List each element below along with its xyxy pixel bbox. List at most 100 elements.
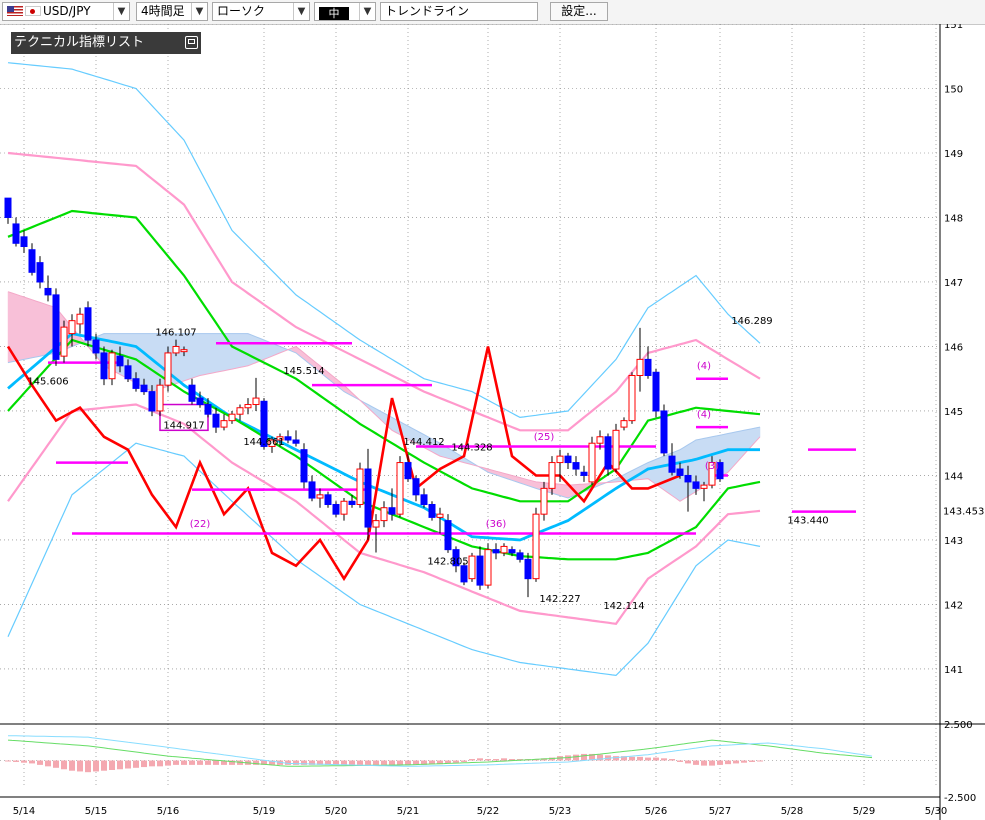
macd-bar [157, 760, 163, 767]
cloud-segment [179, 333, 185, 383]
macd-bar [213, 760, 219, 765]
y-tick-label: 144 [944, 471, 963, 482]
candle-down [412, 478, 420, 496]
candle-down [524, 558, 532, 580]
candle-up [588, 442, 596, 483]
candle-down [404, 462, 412, 480]
indicator-list-panel[interactable]: テクニカル指標リスト [11, 32, 201, 54]
macd-bar [573, 754, 579, 761]
candle-up [636, 358, 644, 377]
x-tick-label: 5/19 [253, 806, 275, 817]
cloud-segment [555, 483, 561, 496]
candle-down [292, 439, 300, 444]
candle-up [228, 413, 236, 422]
macd-bar [381, 760, 387, 765]
macd-bar [117, 760, 123, 770]
count-label: (4) [697, 409, 711, 420]
candle-up [252, 397, 260, 406]
macd-bar [661, 758, 667, 761]
x-tick-label: 5/26 [645, 806, 667, 817]
restore-window-icon[interactable] [185, 36, 198, 49]
macd-bar [181, 760, 187, 765]
y-tick-label: 142 [944, 600, 963, 611]
candle-down [20, 236, 28, 248]
macd-bar [653, 757, 659, 761]
cloud-segment [683, 444, 689, 500]
x-tick-label: 5/15 [85, 806, 107, 817]
cloud-segment [31, 299, 37, 359]
macd-bar [645, 757, 651, 761]
cloud-segment [207, 333, 213, 375]
macd-bar [37, 760, 43, 765]
cloud-segment [203, 333, 209, 375]
japan-flag-icon [25, 6, 41, 16]
macd-bar [189, 760, 195, 765]
settings-button[interactable]: 設定... [550, 2, 608, 21]
cloud-segment [19, 295, 25, 361]
candle-up [596, 436, 604, 444]
candle-down [476, 555, 484, 586]
line-width-select[interactable]: 中 ▼ [314, 2, 376, 21]
cloud-segment [699, 438, 705, 490]
price-annotation: 143.440 [787, 516, 828, 527]
cloud-segment [35, 300, 41, 358]
y-tick-label: 147 [944, 278, 963, 289]
candle-up [340, 500, 348, 515]
candle-down [4, 197, 12, 218]
chevron-down-icon[interactable]: ▼ [293, 3, 309, 20]
cloud-segment [183, 333, 189, 382]
macd-bar [389, 760, 395, 765]
x-tick-label: 5/29 [853, 806, 875, 817]
candle-up [436, 513, 444, 518]
chart-type-label: ローソク [217, 4, 266, 18]
macd-bar [469, 759, 475, 761]
count-label: (36) [486, 519, 507, 530]
macd-bar [13, 760, 19, 762]
cloud-segment [139, 333, 145, 388]
chart-type-select[interactable]: ローソク ▼ [212, 2, 310, 21]
macd-bar [109, 760, 115, 770]
candle-down [492, 549, 500, 554]
cloud-segment [39, 302, 45, 357]
chevron-down-icon[interactable]: ▼ [113, 3, 129, 20]
x-tick-label: 5/22 [477, 806, 499, 817]
macd-bar [349, 760, 355, 765]
cloud-segment [243, 333, 249, 367]
chart-area[interactable]: 146.107 145.606 144.917 145.514 144.661 144.4… [0, 24, 985, 820]
macd-bar [733, 760, 739, 764]
macd-bar [133, 760, 139, 768]
price-annotation: 142.805 [427, 557, 468, 568]
macd-bar [405, 760, 411, 765]
candle-up [556, 455, 564, 464]
candle-down [348, 500, 356, 505]
chevron-down-icon[interactable]: ▼ [359, 3, 375, 20]
candle-down [204, 404, 212, 415]
macd-bar [701, 760, 707, 766]
candle-down [692, 481, 700, 489]
cloud-segment [219, 333, 225, 372]
y-tick-label: 150 [944, 84, 963, 95]
candle-up [164, 352, 172, 386]
macd-bar [613, 756, 619, 761]
price-annotation: 144.328 [451, 442, 492, 453]
candle-down [580, 471, 588, 476]
candle-up [396, 462, 404, 515]
candle-up [76, 313, 84, 325]
symbol-select[interactable]: USD/JPY ▼ [2, 2, 130, 21]
y-tick-label: 145 [944, 407, 963, 418]
candle-down [284, 436, 292, 441]
drawing-tool-select[interactable]: トレンドライン [380, 2, 538, 21]
macd-bar [685, 760, 691, 764]
cloud-segment [215, 333, 221, 373]
chart-toolbar: USD/JPY ▼ 4時間足 ▼ ローソク ▼ 中 ▼ トレンドライン 設定..… [0, 0, 985, 25]
timeframe-select[interactable]: 4時間足 ▼ [136, 2, 208, 21]
chevron-down-icon[interactable]: ▼ [191, 3, 207, 20]
candle-up [380, 507, 388, 522]
cloud-segment [143, 333, 149, 390]
indicator-list-title: テクニカル指標リスト [14, 35, 145, 50]
candle-down [116, 355, 124, 367]
line-width-swatch: 中 [319, 7, 349, 20]
count-label: (22) [190, 519, 211, 530]
cloud-segment [727, 432, 733, 473]
candle-down [188, 384, 196, 402]
